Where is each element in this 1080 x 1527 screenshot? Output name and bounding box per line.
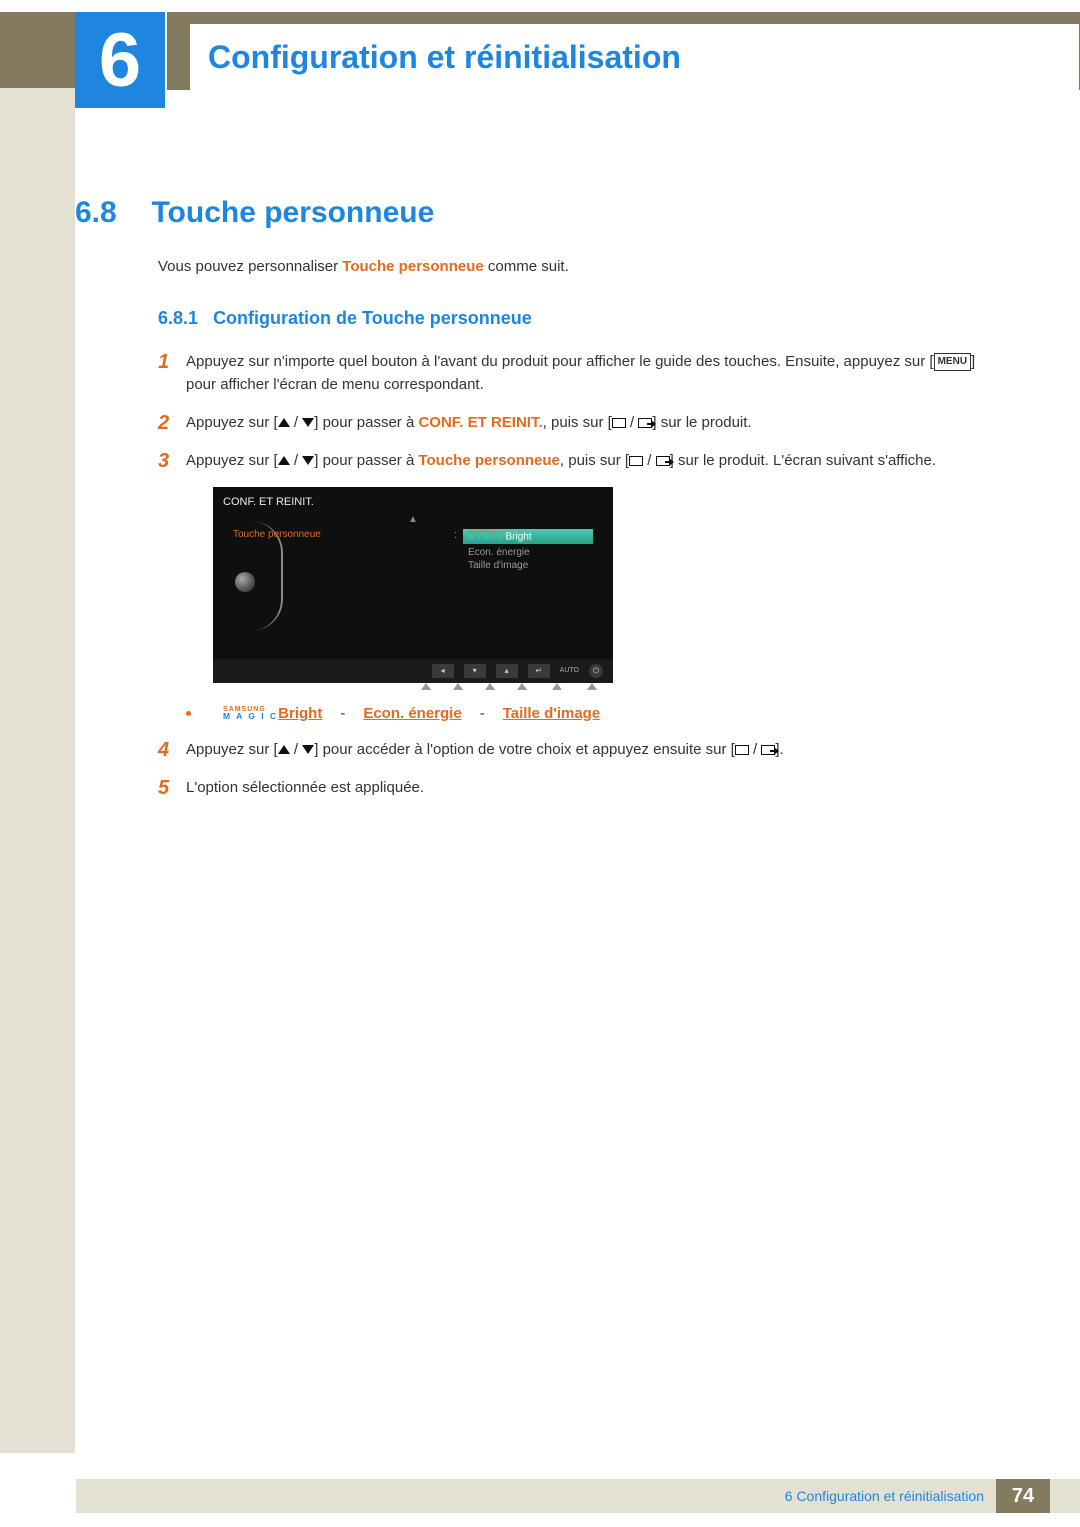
step-2-d: ] sur le produit. xyxy=(652,414,751,431)
step-3-c: , puis sur [ xyxy=(560,452,629,469)
steps-list: 1 Appuyez sur n'importe quel bouton à l'… xyxy=(158,350,1008,814)
step-1-text: Appuyez sur n'importe quel bouton à l'av… xyxy=(186,350,1008,397)
osd-title: CONF. ET REINIT. xyxy=(213,492,613,514)
dash-2: - xyxy=(480,705,485,722)
step-2-a: Appuyez sur [ xyxy=(186,414,278,431)
dash-1: - xyxy=(340,705,345,722)
step-3-d: ] sur le produit. L'écran suivant s'affi… xyxy=(670,452,936,469)
osd-btn-power-icon: ⏻ xyxy=(589,664,603,678)
osd-btn-down-icon: ▾ xyxy=(464,664,486,678)
osd-tick-icon xyxy=(447,683,469,690)
menu-button-icon: MENU xyxy=(934,353,971,372)
osd-tick-row xyxy=(213,683,613,695)
step-5-num: 5 xyxy=(158,776,186,800)
triangle-up-icon xyxy=(278,456,290,465)
footer-right-spacer xyxy=(1050,1479,1080,1513)
rect-icon xyxy=(612,418,626,428)
step-1: 1 Appuyez sur n'importe quel bouton à l'… xyxy=(158,350,1008,397)
link-taille-image[interactable]: Taille d'image xyxy=(503,705,601,722)
osd-item-taille: Taille d'image xyxy=(463,559,593,572)
osd-button-row: ◂ ▾ ▴ ↵ AUTO ⏻ xyxy=(213,659,613,683)
step-4-b: ] pour accéder à l'option de votre choix… xyxy=(314,741,735,758)
chapter-title: Configuration et réinitialisation xyxy=(208,39,681,76)
step-2-num: 2 xyxy=(158,411,186,435)
magic-text: M A G I C xyxy=(468,535,503,541)
step-4: 4 Appuyez sur [ / ] pour accéder à l'opt… xyxy=(158,738,1008,762)
chapter-title-box: Configuration et réinitialisation xyxy=(190,24,1079,90)
step-3-num: 3 xyxy=(158,449,186,473)
step-4-num: 4 xyxy=(158,738,186,762)
osd-item-econ: Econ. énergie xyxy=(463,546,593,559)
osd-btn-enter-icon: ↵ xyxy=(528,664,550,678)
footer-chapter-label: 6 Configuration et réinitialisation xyxy=(76,1479,996,1513)
option-samsung-magic-bright: SAMSUNG M A G I C Bright xyxy=(223,705,322,722)
rect-enter-icon xyxy=(761,745,775,755)
subsection-number: 6.8.1 xyxy=(158,308,198,328)
step-5: 5 L'option sélectionnée est appliquée. xyxy=(158,776,1008,800)
section-heading: 6.8 Touche personneue xyxy=(75,196,434,230)
osd-tick-icon xyxy=(415,683,437,690)
intro-prefix: Vous pouvez personnaliser xyxy=(158,258,342,275)
triangle-up-icon xyxy=(278,745,290,754)
step-3-bold: Touche personneue xyxy=(418,452,559,469)
footer: 6 Configuration et réinitialisation 74 xyxy=(0,1479,1080,1513)
osd-btn-up-icon: ▴ xyxy=(496,664,518,678)
osd-scroll-up-icon: ▲ xyxy=(213,514,613,529)
magic-text: M A G I C xyxy=(223,713,278,720)
intro-suffix: comme suit. xyxy=(484,258,569,275)
section-title: Touche personneue xyxy=(151,196,434,229)
osd-tick-icon xyxy=(581,683,603,690)
rect-icon xyxy=(735,745,749,755)
osd-arc-icon xyxy=(251,521,283,631)
step-2: 2 Appuyez sur [ / ] pour passer à CONF. … xyxy=(158,411,1008,435)
step-3-b: ] pour passer à xyxy=(314,452,418,469)
options-bullet: SAMSUNG M A G I C Bright - Econ. énergie… xyxy=(186,705,1008,722)
osd-colon: : xyxy=(454,529,457,546)
link-bright[interactable]: Bright xyxy=(278,705,322,722)
step-1-num: 1 xyxy=(158,350,186,374)
step-2-b: ] pour passer à xyxy=(314,414,418,431)
bright-text: Bright xyxy=(503,531,532,542)
step-5-text: L'option sélectionnée est appliquée. xyxy=(186,776,1008,799)
chapter-number-box: 6 xyxy=(75,12,167,108)
link-econ-energie[interactable]: Econ. énergie xyxy=(363,705,461,722)
step-3-text: Appuyez sur [ / ] pour passer à Touche p… xyxy=(186,449,1008,472)
footer-left-spacer xyxy=(0,1479,76,1513)
rect-icon xyxy=(629,456,643,466)
rect-enter-icon xyxy=(638,418,652,428)
osd-tick-icon xyxy=(511,683,533,690)
osd-panel: CONF. ET REINIT. ▲ Touche personneue : S… xyxy=(213,487,613,659)
triangle-down-icon xyxy=(302,418,314,427)
osd-btn-auto: AUTO xyxy=(560,664,579,678)
triangle-down-icon xyxy=(302,456,314,465)
left-gutter xyxy=(0,88,75,1453)
step-3: 3 Appuyez sur [ / ] pour passer à Touche… xyxy=(158,449,1008,473)
osd-screenshot: CONF. ET REINIT. ▲ Touche personneue : S… xyxy=(213,487,613,695)
step-2-text: Appuyez sur [ / ] pour passer à CONF. ET… xyxy=(186,411,1008,434)
osd-tick-icon xyxy=(479,683,501,690)
step-4-a: Appuyez sur [ xyxy=(186,741,278,758)
subsection-title: Configuration de Touche personneue xyxy=(213,308,532,328)
osd-tick-icon xyxy=(543,683,571,690)
osd-selected-option: SAMSUNGM A G I C Bright xyxy=(463,529,593,544)
samsung-magic-logo: SAMSUNGM A G I C xyxy=(468,531,503,542)
chapter-number: 6 xyxy=(99,17,141,104)
section-number: 6.8 xyxy=(75,196,147,230)
step-2-bold: CONF. ET REINIT. xyxy=(418,414,542,431)
footer-page-number: 74 xyxy=(996,1479,1050,1513)
intro-bold: Touche personneue xyxy=(342,258,483,275)
osd-btn-back-icon: ◂ xyxy=(432,664,454,678)
step-1-text-a: Appuyez sur n'importe quel bouton à l'av… xyxy=(186,353,934,370)
step-2-c: , puis sur [ xyxy=(543,414,612,431)
step-3-a: Appuyez sur [ xyxy=(186,452,278,469)
samsung-magic-logo: SAMSUNG M A G I C xyxy=(223,707,278,720)
subsection-heading: 6.8.1 Configuration de Touche personneue xyxy=(158,308,532,329)
triangle-up-icon xyxy=(278,418,290,427)
intro-paragraph: Vous pouvez personnaliser Touche personn… xyxy=(158,258,569,275)
rect-enter-icon xyxy=(656,456,670,466)
triangle-down-icon xyxy=(302,745,314,754)
bullet-dot-icon xyxy=(186,711,191,716)
step-4-text: Appuyez sur [ / ] pour accéder à l'optio… xyxy=(186,738,1008,761)
